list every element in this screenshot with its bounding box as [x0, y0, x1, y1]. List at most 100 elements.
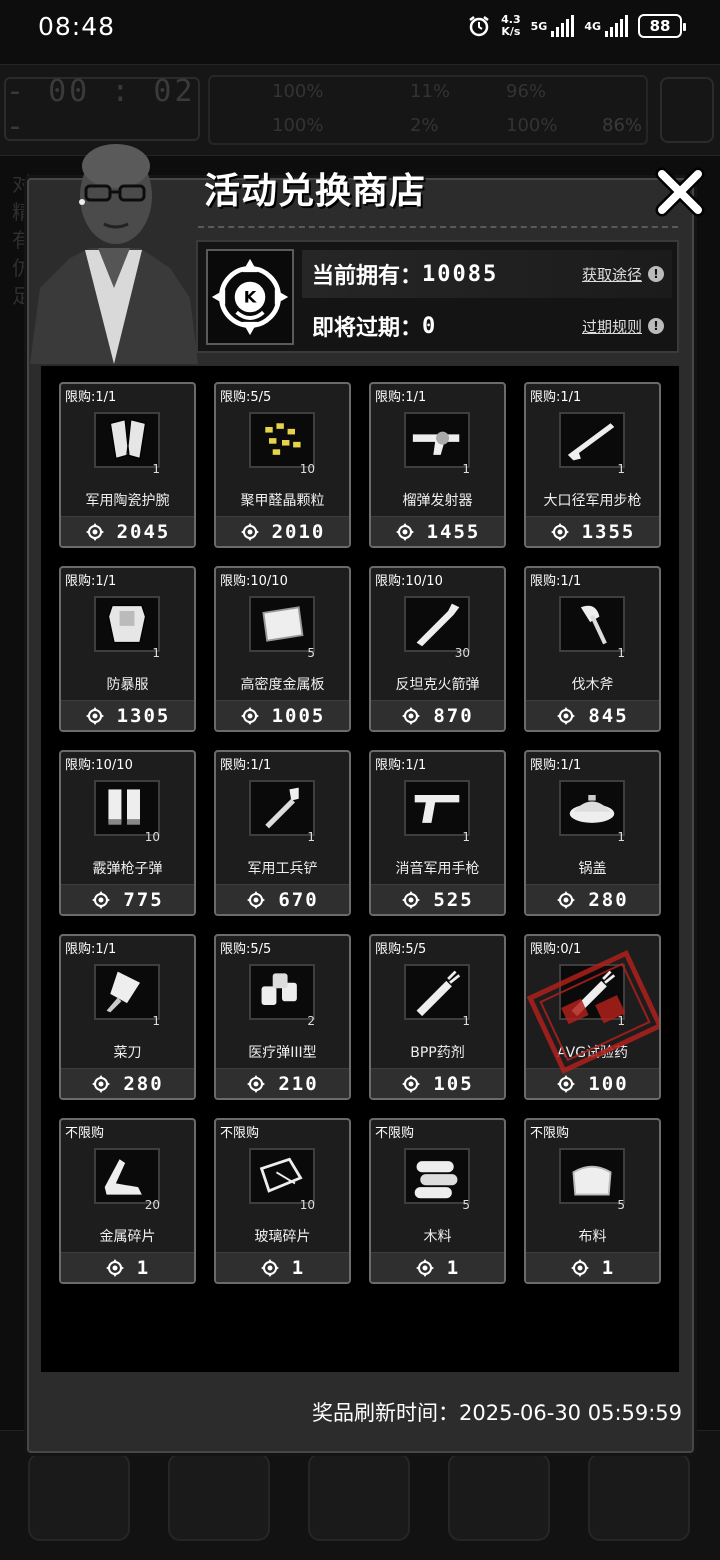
item-price: 1 [61, 1252, 194, 1282]
metal-scraps-icon [104, 1159, 142, 1195]
item-price: 1 [371, 1252, 504, 1282]
pistol-icon [414, 795, 460, 823]
item-name: 榴弹发射器 [402, 493, 473, 509]
shop-item-card[interactable]: 限购:10/10 5 高密度金属板 1005 [214, 566, 351, 732]
brain-icon [168, 1453, 270, 1541]
shop-item-card[interactable]: 不限购 5 布料 1 [524, 1118, 661, 1284]
item-quantity: 1 [462, 1014, 470, 1028]
item-name: AVG试验药 [556, 1045, 629, 1061]
item-name: 医疗弹III型 [248, 1045, 317, 1061]
background-stats: 100% 11% 96% 100% 2% 100% 86% [208, 75, 648, 145]
shop-item-card[interactable]: 限购:1/1 1 消音军用手枪 525 [369, 750, 506, 916]
shop-item-card[interactable]: 限购:0/1 1 AVG试验药 100 [524, 934, 661, 1100]
item-icon-frame [404, 596, 470, 652]
character-portrait [30, 144, 198, 364]
shop-item-card[interactable]: 限购:1/1 1 菜刀 280 [59, 934, 196, 1100]
metal-plate-icon [262, 606, 304, 642]
shop-item-card[interactable]: 限购:1/1 1 军用陶瓷护腕 2045 [59, 382, 196, 548]
coin-icon [247, 1074, 266, 1093]
shop-item-card[interactable]: 不限购 5 木料 1 [369, 1118, 506, 1284]
price-value: 280 [588, 888, 629, 911]
pot-lid-icon [569, 795, 615, 823]
rocket-icon [416, 603, 460, 647]
refresh-label: 奖品刷新时间： [312, 1401, 459, 1425]
item-name: 菜刀 [113, 1045, 142, 1061]
item-quantity: 30 [454, 646, 470, 660]
price-value: 280 [123, 1072, 164, 1095]
obtain-link[interactable]: 获取途径 [582, 264, 642, 285]
item-icon-frame [249, 596, 315, 652]
expiry-rules-link[interactable]: 过期规则 [582, 316, 642, 337]
item-quantity: 1 [617, 646, 625, 660]
purchase-limit: 限购:1/1 [375, 390, 427, 405]
shop-item-card[interactable]: 限购:5/5 10 聚甲醛晶颗粒 2010 [214, 382, 351, 548]
item-icon-frame [94, 964, 160, 1020]
item-price: 1 [526, 1252, 659, 1282]
pellets-icon [265, 423, 301, 455]
item-quantity: 1 [152, 646, 160, 660]
item-icon-frame [559, 596, 625, 652]
purchase-limit: 不限购 [375, 1126, 415, 1141]
info-icon[interactable]: ! [648, 266, 664, 282]
purchase-limit: 限购:1/1 [530, 574, 582, 589]
shop-item-card[interactable]: 限购:1/1 1 伐木斧 845 [524, 566, 661, 732]
item-name: 大口径军用步枪 [543, 493, 642, 509]
purchase-limit: 不限购 [65, 1126, 105, 1141]
info-icon[interactable]: ! [648, 318, 664, 334]
close-icon[interactable] [654, 166, 706, 218]
shop-item-card[interactable]: 限购:1/1 1 军用工兵铲 670 [214, 750, 351, 916]
currency-box: K 当前拥有： 10085 获取途径 ! 即将过期： 0 过期规则 ! [196, 240, 679, 353]
owned-label: 当前拥有： [312, 264, 423, 289]
network-speed: 4.3 K/s [501, 13, 521, 38]
item-price: 1355 [526, 516, 659, 546]
shop-item-card[interactable]: 限购:1/1 1 大口径军用步枪 1355 [524, 382, 661, 548]
shop-item-card[interactable]: 限购:1/1 1 防暴服 1305 [59, 566, 196, 732]
battery-icon: 88 [638, 14, 686, 38]
item-icon-frame [94, 596, 160, 652]
item-name: 消音军用手枪 [395, 861, 480, 877]
network-5g-label: 5G [530, 20, 548, 33]
shop-item-card[interactable]: 限购:5/5 2 医疗弹III型 210 [214, 934, 351, 1100]
item-quantity: 1 [617, 1014, 625, 1028]
shop-item-card[interactable]: 限购:1/1 1 榴弹发射器 1455 [369, 382, 506, 548]
item-quantity: 10 [299, 462, 315, 476]
item-quantity: 2 [307, 1014, 315, 1028]
shop-item-card[interactable]: 限购:1/1 1 锅盖 280 [524, 750, 661, 916]
status-icons: 4.3 K/s 5G 4G 88 [467, 13, 686, 38]
purchase-limit: 限购:1/1 [530, 390, 582, 405]
item-quantity: 1 [462, 830, 470, 844]
item-name: BPP药剂 [410, 1045, 465, 1061]
purchase-limit: 不限购 [220, 1126, 260, 1141]
item-icon-frame [249, 1148, 315, 1204]
shop-item-card[interactable]: 限购:5/5 1 BPP药剂 105 [369, 934, 506, 1100]
item-name: 聚甲醛晶颗粒 [240, 493, 325, 509]
price-value: 1 [446, 1256, 461, 1279]
shop-item-card[interactable]: 限购:10/10 30 反坦克火箭弹 870 [369, 566, 506, 732]
shop-item-card[interactable]: 不限购 20 金属碎片 1 [59, 1118, 196, 1284]
item-quantity: 1 [617, 462, 625, 476]
item-name: 金属碎片 [99, 1229, 156, 1245]
purchase-limit: 限购:5/5 [375, 942, 427, 957]
cleaver-icon [106, 971, 140, 1013]
item-quantity: 10 [144, 830, 160, 844]
purchase-limit: 限购:5/5 [220, 942, 272, 957]
medical-ammo-icon [261, 973, 297, 1005]
item-quantity: 5 [307, 646, 315, 660]
item-grid: 限购:1/1 1 军用陶瓷护腕 2045 限购:5/5 10 聚甲醛晶颗粒 2010 限购:1/… [40, 365, 680, 1373]
item-icon-frame [559, 964, 625, 1020]
price-value: 870 [433, 704, 474, 727]
item-price: 280 [526, 884, 659, 914]
expiring-value: 0 [422, 313, 438, 339]
item-price: 1 [216, 1252, 349, 1282]
coin-icon [402, 1074, 421, 1093]
shop-item-card[interactable]: 不限购 10 玻璃碎片 1 [214, 1118, 351, 1284]
item-icon-frame [404, 1148, 470, 1204]
coin-icon [105, 1258, 124, 1277]
coin-icon [570, 1258, 589, 1277]
item-name: 军用工兵铲 [247, 861, 318, 877]
price-value: 525 [433, 888, 474, 911]
shop-item-card[interactable]: 限购:10/10 10 霰弹枪子弹 775 [59, 750, 196, 916]
screen: { "status_bar": {"time": "08:48", "speed… [0, 0, 720, 1560]
price-value: 1355 [581, 520, 636, 543]
item-icon-frame [94, 412, 160, 468]
